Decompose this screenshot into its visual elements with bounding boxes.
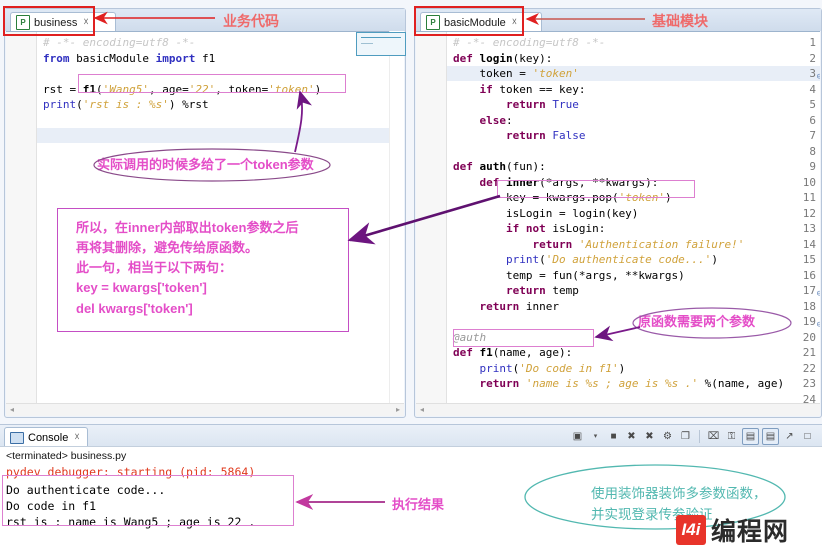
line-number: 21⊖ (802, 346, 816, 359)
line-number: 11 (802, 191, 816, 204)
scroll-left-icon[interactable]: ◂ (10, 405, 14, 414)
tab-console-label: Console (28, 431, 69, 444)
annotation-box-console-output (2, 475, 294, 526)
line-number: 10⊖ (790, 176, 820, 330)
line-number: 19 (802, 315, 816, 328)
line-number: 4 (809, 82, 816, 96)
watermark-mark: I4i (676, 515, 706, 545)
code-line: isLogin = login(key) (453, 206, 639, 220)
code-line: return temp (505, 284, 579, 297)
display-console-dropdown-icon[interactable]: ▾ (588, 429, 603, 444)
code-line: def auth(fun): (453, 160, 546, 173)
pin-console-icon[interactable]: ⚙ (660, 429, 675, 444)
code-line: print('Do authenticate code...') (505, 253, 718, 266)
annotation-ellipse-call-text: 实际调用的时候多给了一个token参数 (97, 157, 314, 172)
code-line: return True (505, 98, 579, 111)
code-line: # -*- encoding=utf8 -*- (453, 36, 606, 49)
watermark-logo: I4i 编程网 (676, 512, 789, 548)
new-console-view-icon[interactable]: □ (800, 429, 815, 444)
clear-console-icon[interactable]: ⌧ (706, 429, 721, 444)
toolbar-separator (699, 430, 700, 443)
code-line: return False (505, 129, 586, 142)
right-editor-body[interactable]: 1 2⊖3 4 5 6 7 8 9⊖10⊖11 12 13 14 15 16 17 18 19 20 21⊖ 22 2… (416, 31, 820, 404)
annotation-box-f1-call (78, 74, 346, 93)
annotation-box-kwargs-pop (497, 180, 695, 198)
left-hscrollbar[interactable]: ◂ ▸ (6, 403, 404, 416)
line-number: 23 (802, 377, 816, 390)
remove-launch-icon[interactable]: ✖ (624, 429, 639, 444)
display-selected-console-icon[interactable]: ▣ (570, 429, 585, 444)
scroll-right-icon[interactable]: ▸ (396, 405, 400, 414)
code-line: def f1(name, age): (453, 346, 573, 359)
console-toolbar: ▣▾■✖✖⚙❐⌧⚿▤▤↗□▾ (570, 428, 822, 445)
lock-scroll-icon[interactable]: ⚿ (724, 429, 739, 444)
code-line: # -*- encoding=utf8 -*- (43, 36, 196, 49)
line-number: 17 (802, 284, 816, 297)
code-line: from basicModule import f1 (43, 51, 216, 65)
left-gutter (6, 32, 37, 404)
annotation-summary-line1: 使用装饰器装饰多参数函数， (591, 486, 767, 501)
left-overview-ruler[interactable] (389, 31, 404, 404)
code-line: temp = fun(*args, **kwargs) (453, 268, 685, 282)
line-number: 9⊖ (790, 160, 820, 299)
right-editor-pane: P basicModule ☓ 12⊖3456789⊖10⊖1112131415… (414, 8, 822, 418)
console-status: <terminated> business.py (6, 450, 127, 462)
line-number: 15 (802, 253, 816, 266)
scroll-left-icon[interactable]: ◂ (420, 405, 424, 414)
line-number: 7 (809, 129, 816, 142)
terminate-icon[interactable]: ■ (606, 429, 621, 444)
watermark-text: 编程网 (711, 518, 790, 546)
line-number: 13 (802, 222, 816, 235)
overview-preview-popup (356, 32, 406, 56)
line-number: 22 (802, 361, 816, 375)
code-line: if token == key: (479, 82, 586, 96)
annotation-note-text: 所以，在inner内部取出token参数之后 再将其删除，避免传给原函数。 此一… (76, 220, 299, 316)
right-hscrollbar[interactable]: ◂ (416, 403, 820, 416)
annotation-box-basicmodule-tab (414, 6, 524, 36)
annotation-box-def-f1 (453, 329, 594, 347)
code-line: print('rst is : %s') %rst (43, 98, 209, 111)
code-line: else: (479, 113, 513, 127)
console-icon (10, 431, 24, 444)
code-line: print('Do code in f1') (479, 361, 626, 375)
line-number: 12 (802, 206, 816, 220)
line-number: 3 (809, 67, 816, 80)
close-icon[interactable]: ☓ (74, 432, 79, 443)
show-console-on-error-icon[interactable]: ▤ (762, 428, 779, 445)
line-number: 6 (809, 113, 816, 127)
line-number: 2⊖ (790, 52, 820, 82)
code-line: token = 'token' (453, 67, 579, 80)
copy-icon[interactable]: ❐ (678, 429, 693, 444)
annotation-box-business-tab (3, 6, 95, 36)
line-number: 5 (809, 98, 816, 111)
line-number: 14 (802, 237, 816, 251)
line-number: 20 (802, 330, 816, 344)
remove-all-terminated-icon[interactable]: ✖ (642, 429, 657, 444)
line-number: 8 (809, 144, 816, 158)
code-line: return 'Authentication failure!' (532, 237, 745, 251)
left-current-line-highlight (37, 128, 404, 143)
line-number: 1 (809, 36, 816, 49)
annotation-label-result: 执行结果 (392, 497, 445, 512)
annotation-ellipse-orig-text: 原函数需要两个参数 (638, 314, 756, 329)
code-line: def login(key): (453, 51, 553, 65)
code-line: return inner (479, 299, 560, 313)
ide-window: P business ☓ 1234567 # -*- encoding=utf8… (0, 0, 822, 550)
open-console-icon[interactable]: ↗ (782, 429, 797, 444)
annotation-label-business: 业务代码 (223, 13, 279, 29)
code-line: if not isLogin: (505, 222, 606, 235)
annotation-label-basicmodule: 基础模块 (652, 13, 708, 29)
line-number: 16 (802, 268, 816, 282)
right-gutter (416, 32, 447, 404)
view-menu-icon[interactable]: ▾ (818, 429, 822, 444)
code-line: return 'name is %s ; age is %s .' %(name… (479, 377, 785, 390)
show-console-on-output-icon[interactable]: ▤ (742, 428, 759, 445)
line-number: 18 (802, 299, 816, 313)
tab-console[interactable]: Console ☓ (4, 427, 88, 447)
